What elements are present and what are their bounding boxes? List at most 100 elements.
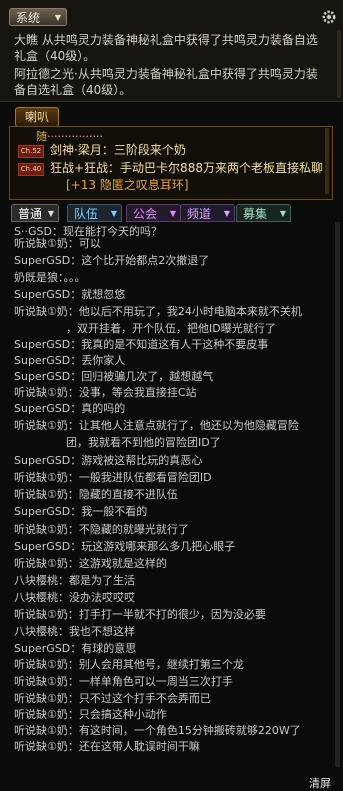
tab-label: 队伍	[74, 207, 99, 221]
chat-message: 听说缺①奶：有这时间，一个角色15分钟搬砖就够220W了	[14, 723, 301, 739]
system-tab-label: 系统	[16, 11, 41, 25]
tab-label: 公会	[133, 207, 158, 221]
chat-sender[interactable]: 八块樱桃	[14, 574, 58, 587]
chat-message: 八块樱桃：我也不想这样	[14, 624, 135, 640]
chat-sender[interactable]: SuperGSD	[14, 370, 70, 383]
chat-message: SuperGSD：真的吗的	[14, 401, 125, 417]
chat-sender[interactable]: 八块樱桃	[14, 625, 58, 638]
item-link[interactable]: [+13 隐匿之叹息耳环]	[66, 177, 189, 193]
chat-text: ：只会搞这种小动作	[67, 708, 167, 721]
chat-message: 听说缺①奶：不隐藏的就曝光就行了	[14, 522, 189, 538]
chat-sender[interactable]: SuperGSD	[14, 642, 70, 655]
chat-text: ：都是为了生活	[58, 574, 135, 587]
chat-message: 听说缺①奶：只会搞这种小动作	[14, 707, 167, 723]
chat-sender[interactable]: 听说缺①奶	[14, 608, 68, 621]
chat-text: ：让其他人注意点就行了，他还以为他隐藏冒险	[67, 419, 299, 432]
chat-message: 八块樱桃：都是为了生活	[14, 573, 135, 589]
chat-sender[interactable]: 八块樱桃	[14, 591, 58, 604]
tab-recruit[interactable]: 募集 ▼	[236, 204, 291, 222]
horn-message: 剑神·梁月：三阶段来个奶	[50, 143, 186, 157]
chat-sender[interactable]: SuperGSD	[14, 540, 70, 553]
chat-text: ：就想忽悠	[70, 288, 126, 301]
chat-message: 听说缺①奶：没事，等会我直接挂C站	[14, 385, 197, 401]
horn-scrollbar[interactable]	[325, 128, 329, 194]
chat-sender[interactable]: SuperGSD	[14, 338, 70, 351]
chat-sender[interactable]: SuperGSD	[14, 505, 70, 518]
horn-tab[interactable]: 喇叭	[15, 107, 59, 127]
chat-sender[interactable]: 听说缺①奶	[14, 523, 68, 536]
chat-text: ：他以后不用玩了，我24小时电脑本来就不关机	[67, 305, 302, 318]
chat-text: ：打手打一半就不打的很少，因为没必要	[67, 608, 266, 621]
chat-sender[interactable]: 听说缺①奶	[14, 237, 68, 250]
chat-sender[interactable]: 听说缺①奶	[14, 386, 68, 399]
system-scrollbar[interactable]	[337, 30, 341, 98]
chevron-down-icon: ▼	[279, 209, 286, 218]
chat-text: ：丢你家人	[70, 354, 126, 367]
chat-message: 八块樱桃：没办法哎哎哎	[14, 590, 135, 606]
chat-sender[interactable]: 听说缺①奶	[14, 471, 68, 484]
chat-text: ：我也不想这样	[58, 625, 135, 638]
tab-label: 频道	[187, 207, 212, 221]
chat-message: 奶既是狼：。。。	[14, 270, 86, 286]
chat-sender[interactable]: 听说缺①奶	[14, 658, 68, 671]
chat-text: ：只不过这个打手不会弄而已	[67, 692, 211, 705]
chat-sender[interactable]: 奶既是狼	[14, 271, 58, 284]
chat-message: SuperGSD：我一般不看的	[14, 504, 147, 520]
chat-message: SuperGSD：丢你家人	[14, 353, 125, 369]
system-line: 备自选礼盒（40级）。	[14, 83, 132, 97]
chat-text: ：。。。	[58, 271, 86, 284]
chat-sender[interactable]: 听说缺①奶	[14, 305, 68, 318]
chat-text: ：玩这游戏哪来那么多几把心眼子	[70, 540, 236, 553]
chat-sender[interactable]: SuperGSD	[14, 354, 70, 367]
chat-message: 听说缺①奶：一般我进队伍都看冒险团ID	[14, 470, 212, 486]
chat-sender[interactable]: 听说缺①奶	[14, 740, 68, 753]
chat-text: ：没办法哎哎哎	[58, 591, 135, 604]
chevron-down-icon: ▼	[169, 209, 176, 218]
chat-message: SuperGSD：游戏被这帮比玩的真恶心	[14, 453, 202, 469]
tab-normal[interactable]: 普通 ▼	[11, 204, 59, 222]
chat-message: 听说缺①奶：还在这带人耽误时间干嘛	[14, 739, 200, 755]
chat-message: SuperGSD：有球的意思	[14, 641, 136, 657]
clear-screen-button[interactable]: 清屏	[309, 775, 331, 791]
chat-sender[interactable]: 听说缺①奶	[14, 692, 68, 705]
chat-sender[interactable]: SuperGSD	[14, 254, 70, 267]
chat-message: 听说缺①奶：隐藏的直接不进队伍	[14, 487, 178, 503]
tab-label: 募集	[243, 207, 268, 221]
chat-text: ：一样单角色可以一周当三次打手	[67, 675, 233, 688]
tab-channel[interactable]: 频道 ▼	[180, 204, 235, 222]
chat-text: ：我真的是不知道这有人干这种不要皮事	[70, 338, 269, 351]
chat-sender[interactable]: 听说缺①奶	[14, 675, 68, 688]
system-tab[interactable]: 系统 ▼	[9, 8, 67, 26]
chat-message: 听说缺①奶：打手打一半就不打的很少，因为没必要	[14, 607, 266, 623]
tab-label: 普通	[18, 207, 43, 221]
chat-text: ：回归被骗几次了，越想越气	[70, 370, 214, 383]
chat-sender[interactable]: SuperGSD	[14, 288, 70, 301]
chat-message: 听说缺①奶：这游戏就是这样的	[14, 556, 167, 572]
chat-text: ：没事，等会我直接挂C站	[67, 386, 197, 399]
chat-text: ：真的吗的	[70, 402, 126, 415]
chat-message: 听说缺①奶：让其他人注意点就行了，他还以为他隐藏冒险	[14, 418, 299, 434]
chat-message: SuperGSD：这个比开始都点2次撤退了	[14, 253, 209, 269]
chat-text: ：游戏被这帮比玩的真恶心	[70, 454, 203, 467]
horn-tab-label: 喇叭	[24, 110, 49, 124]
chat-message: 团，我就看不到他的冒险团ID了	[66, 435, 221, 451]
tab-team[interactable]: 队伍 ▼	[67, 204, 122, 222]
chat-sender[interactable]: 听说缺①奶	[14, 724, 68, 737]
chat-text: ：这游戏就是这样的	[67, 557, 167, 570]
horn-message: 狂战+狂战：手动巴卡尔888万来两个老板直接私聊	[50, 161, 323, 175]
chat-sender[interactable]: SuperGSD	[14, 402, 70, 415]
chat-text: ：还在这带人耽误时间干嘛	[67, 740, 200, 753]
chat-text: ：别人会用其他号，继续打第三个龙	[67, 658, 244, 671]
channel-badge: Ch.40	[18, 163, 44, 176]
system-line: 大瞧 从共鸣灵力装备神秘礼盒中获得了共鸣灵力装备自选	[14, 33, 318, 47]
chat-sender[interactable]: 听说缺①奶	[14, 419, 68, 432]
chat-sender[interactable]: 听说缺①奶	[14, 488, 68, 501]
tab-guild[interactable]: 公会 ▼	[126, 204, 181, 222]
chat-scrollbar[interactable]	[335, 222, 340, 767]
gear-icon[interactable]	[321, 9, 337, 25]
chat-message: SuperGSD：我真的是不知道这有人干这种不要皮事	[14, 337, 268, 353]
chat-message: SuperGSD：就想忽悠	[14, 287, 125, 303]
chat-sender[interactable]: 听说缺①奶	[14, 708, 68, 721]
chat-sender[interactable]: 听说缺①奶	[14, 557, 68, 570]
chat-sender[interactable]: SuperGSD	[14, 454, 70, 467]
